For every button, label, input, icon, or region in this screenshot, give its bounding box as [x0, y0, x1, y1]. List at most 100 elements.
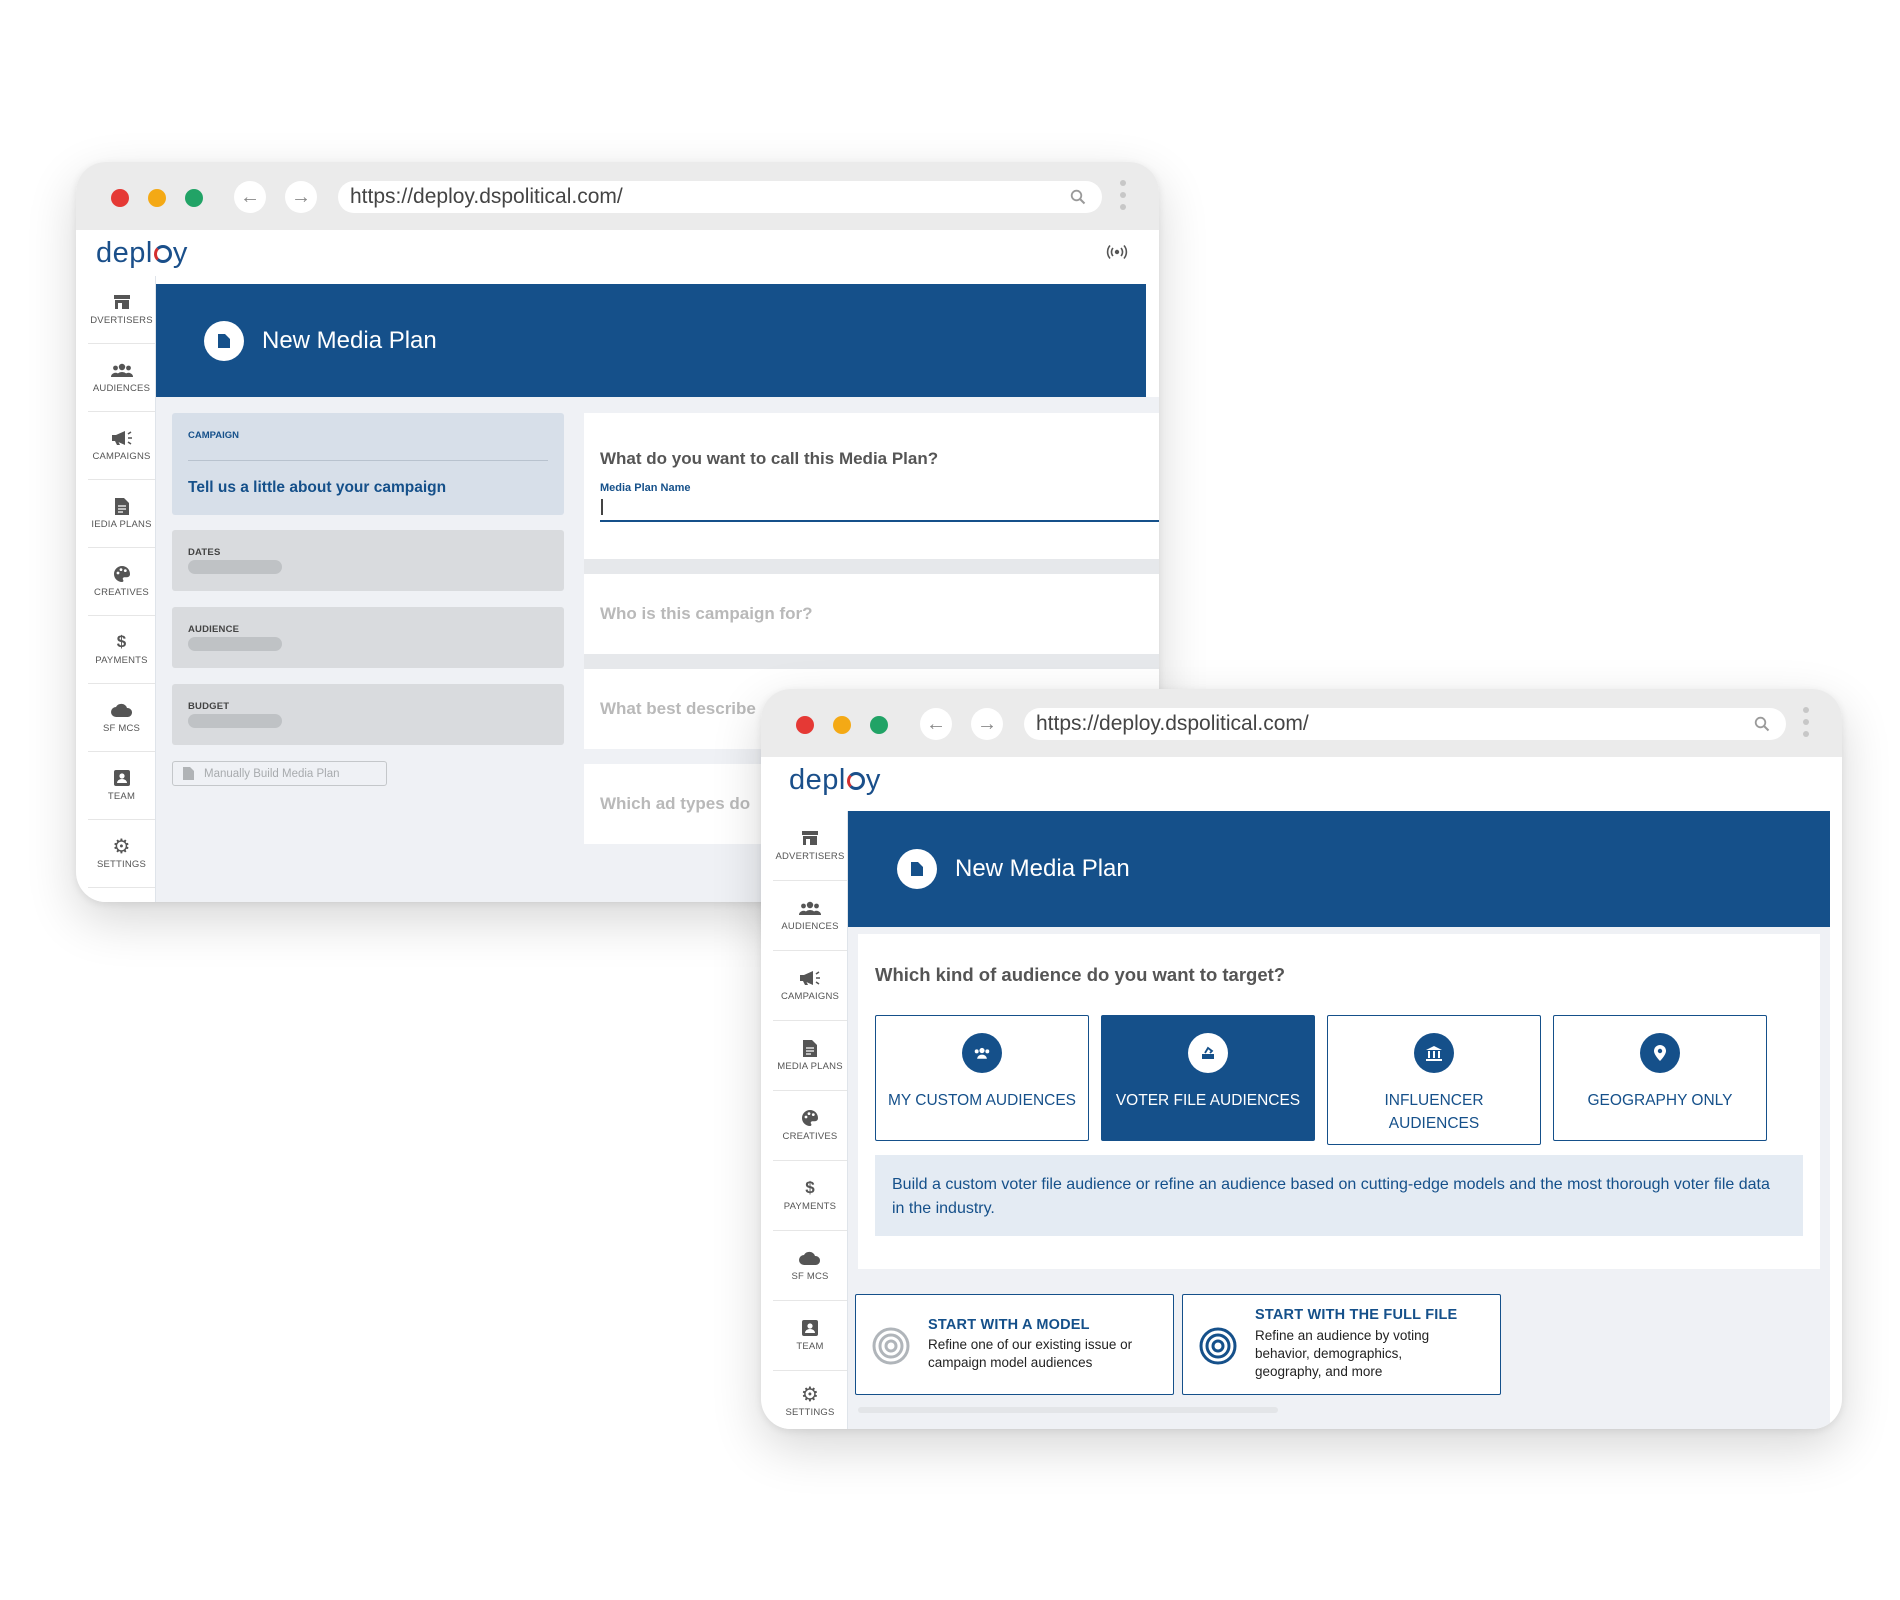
menu-kebab-icon[interactable]	[1120, 180, 1126, 210]
id-card-icon	[111, 769, 133, 787]
text-cursor	[601, 499, 603, 515]
gear-icon: ⚙	[112, 835, 131, 858]
sidebar-item-advertisers[interactable]: DVERTISERS	[88, 276, 155, 344]
divider	[584, 559, 1159, 574]
back-arrow-icon[interactable]: ←	[234, 181, 266, 213]
map-pin-icon	[1640, 1033, 1680, 1073]
question-card-name: What do you want to call this Media Plan…	[584, 413, 1159, 559]
sidebar-item-settings[interactable]: ⚙ SETTINGS	[773, 1371, 847, 1429]
sidebar-item-team[interactable]: TEAM	[88, 752, 155, 820]
divider	[584, 654, 1159, 669]
search-icon[interactable]	[1064, 189, 1092, 205]
page-banner: New Media Plan	[848, 811, 1830, 927]
browser-window-front: ← → https://deploy.dspolitical.com/ depl…	[761, 689, 1842, 1429]
megaphone-icon	[111, 429, 133, 447]
placeholder-pill	[188, 637, 282, 651]
manual-build-button[interactable]: Manually Build Media Plan	[172, 761, 387, 786]
audience-question: Which kind of audience do you want to ta…	[875, 964, 1286, 985]
start-with-model-card[interactable]: START WITH A MODEL Refine one of our exi…	[855, 1294, 1174, 1395]
horizontal-scrollbar[interactable]	[858, 1407, 1278, 1413]
concentric-circles-icon	[872, 1327, 910, 1365]
sidebar-item-settings[interactable]: ⚙ SETTINGS	[88, 820, 155, 888]
close-dot[interactable]	[111, 189, 129, 207]
audience-option-geography[interactable]: GEOGRAPHY ONLY	[1553, 1015, 1767, 1141]
audience-panel: Which kind of audience do you want to ta…	[858, 934, 1820, 1269]
document-icon	[897, 849, 937, 889]
question-who: Who is this campaign for?	[600, 604, 813, 623]
sidebar-item-campaigns[interactable]: CAMPAIGNS	[773, 951, 847, 1021]
cloud-icon	[110, 701, 133, 719]
close-dot[interactable]	[796, 716, 814, 734]
sidebar-item-payments[interactable]: $ PAYMENTS	[773, 1161, 847, 1231]
document-icon	[204, 320, 244, 361]
people-icon	[110, 361, 133, 379]
target-icon	[1199, 1327, 1237, 1365]
step-dates-label: DATES	[188, 547, 221, 558]
sidebar-item-team[interactable]: TEAM	[773, 1301, 847, 1371]
sidebar-item-sf-mcs[interactable]: SF MCS	[773, 1231, 847, 1301]
page-banner: New Media Plan	[156, 284, 1146, 397]
people-icon	[962, 1033, 1002, 1073]
start-option-desc: Refine one of our existing issue or camp…	[928, 1337, 1133, 1370]
media-plan-name-input[interactable]	[600, 498, 1159, 522]
field-label: Media Plan Name	[600, 482, 691, 494]
start-with-full-file-card[interactable]: START WITH THE FULL FILE Refine an audie…	[1182, 1294, 1501, 1395]
url-text: https://deploy.dspolitical.com/	[1036, 712, 1309, 735]
page-title: New Media Plan	[955, 855, 1130, 882]
step-campaign[interactable]: CAMPAIGN Tell us a little about your cam…	[172, 413, 564, 515]
maximize-dot[interactable]	[870, 716, 888, 734]
forward-arrow-icon[interactable]: →	[285, 181, 317, 213]
sidebar-item-creatives[interactable]: CREATIVES	[88, 548, 155, 616]
sidebar-item-media-plans[interactable]: MEDIA PLANS	[773, 1021, 847, 1091]
audience-option-voter-file[interactable]: VOTER FILE AUDIENCES	[1101, 1015, 1315, 1141]
sidebar: DVERTISERS AUDIENCES CAMPAIGNS IEDIA PLA…	[88, 276, 156, 902]
storefront-icon	[111, 293, 133, 311]
page-title: New Media Plan	[262, 326, 437, 354]
sidebar-item-sf-mcs[interactable]: SF MCS	[88, 684, 155, 752]
ballot-icon	[1188, 1033, 1228, 1073]
app-header: depl y	[76, 230, 1159, 276]
id-card-icon	[799, 1319, 821, 1337]
sidebar-item-advertisers[interactable]: ADVERTISERS	[773, 811, 847, 881]
sidebar-item-payments[interactable]: $ PAYMENTS	[88, 616, 155, 684]
back-arrow-icon[interactable]: ←	[920, 708, 952, 740]
sidebar: ADVERTISERS AUDIENCES CAMPAIGNS MEDIA PL…	[773, 811, 848, 1429]
sidebar-item-audiences[interactable]: AUDIENCES	[773, 881, 847, 951]
browser-toolbar: ← → https://deploy.dspolitical.com/	[761, 689, 1842, 757]
start-option-desc: Refine an audience by voting behavior, d…	[1255, 1328, 1430, 1379]
step-budget[interactable]: BUDGET	[172, 684, 564, 745]
step-campaign-prompt: Tell us a little about your campaign	[188, 479, 447, 496]
step-campaign-label: CAMPAIGN	[188, 430, 240, 441]
megaphone-icon	[799, 969, 821, 987]
divider	[188, 460, 548, 461]
gear-icon: ⚙	[801, 1383, 819, 1406]
step-audience[interactable]: AUDIENCE	[172, 607, 564, 668]
question-name: What do you want to call this Media Plan…	[600, 449, 939, 468]
broadcast-icon[interactable]	[1106, 244, 1128, 265]
minimize-dot[interactable]	[148, 189, 166, 207]
step-dates[interactable]: DATES	[172, 530, 564, 591]
menu-kebab-icon[interactable]	[1803, 707, 1809, 737]
step-budget-label: BUDGET	[188, 701, 230, 712]
search-icon[interactable]	[1748, 716, 1776, 732]
document-icon	[799, 1039, 821, 1057]
question-card-who[interactable]: Who is this campaign for?	[584, 574, 1159, 654]
question-describe: What best describe	[600, 699, 756, 718]
minimize-dot[interactable]	[833, 716, 851, 734]
address-bar[interactable]: https://deploy.dspolitical.com/	[338, 181, 1102, 213]
audience-option-custom[interactable]: MY CUSTOM AUDIENCES	[875, 1015, 1089, 1141]
forward-arrow-icon[interactable]: →	[971, 708, 1003, 740]
document-icon	[183, 767, 194, 780]
document-icon	[111, 497, 133, 515]
address-bar[interactable]: https://deploy.dspolitical.com/	[1024, 708, 1786, 740]
app-header: depl y	[761, 757, 1842, 803]
maximize-dot[interactable]	[185, 189, 203, 207]
sidebar-item-campaigns[interactable]: CAMPAIGNS	[88, 412, 155, 480]
sidebar-item-media-plans[interactable]: IEDIA PLANS	[88, 480, 155, 548]
palette-icon	[111, 565, 133, 583]
audience-option-label: VOTER FILE AUDIENCES	[1115, 1092, 1301, 1109]
sidebar-item-audiences[interactable]: AUDIENCES	[88, 344, 155, 412]
sidebar-item-creatives[interactable]: CREATIVES	[773, 1091, 847, 1161]
audience-option-influencer[interactable]: INFLUENCER AUDIENCES	[1327, 1015, 1541, 1145]
placeholder-pill	[188, 714, 282, 728]
